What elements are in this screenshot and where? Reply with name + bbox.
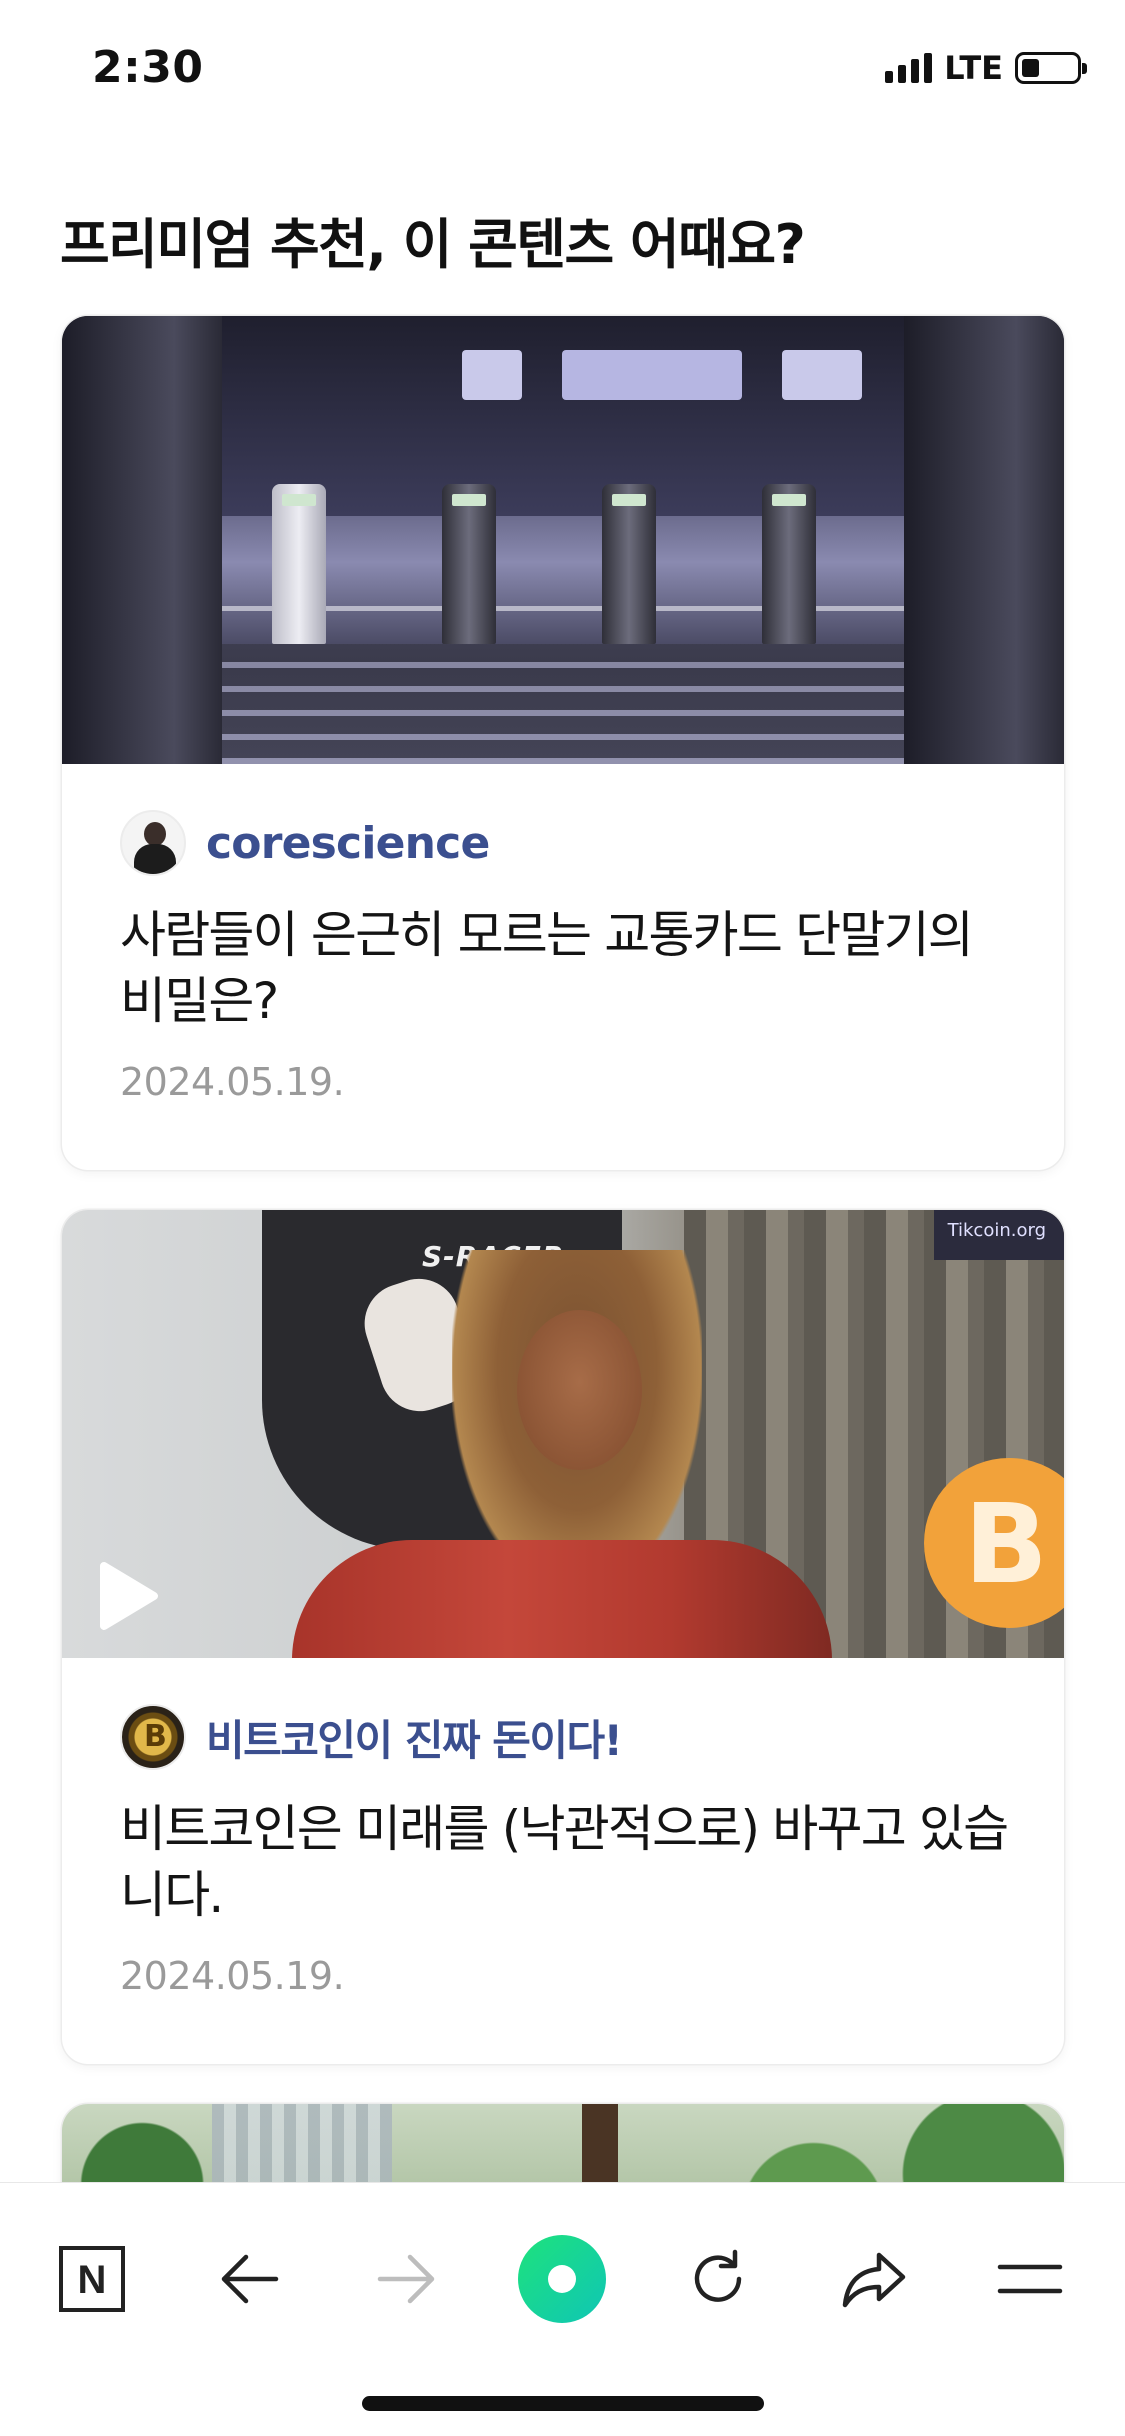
battery-icon	[1015, 52, 1087, 84]
author-row[interactable]: corescience	[120, 808, 1006, 878]
forward-arrow-icon[interactable]	[346, 2219, 466, 2339]
author-name[interactable]: 비트코인이 진짜 돈이다!	[206, 1707, 623, 1768]
video-brand-label: Tikcoin.org	[947, 1220, 1046, 1241]
naver-n-icon[interactable]: N	[32, 2219, 152, 2339]
author-name[interactable]: corescience	[206, 818, 490, 869]
back-arrow-icon[interactable]	[190, 2219, 310, 2339]
card-title[interactable]: 비트코인은 미래를 (낙관적으로) 바꾸고 있습니다.	[120, 1796, 1020, 1928]
signal-strength-icon	[885, 53, 933, 83]
network-type: LTE	[944, 49, 1003, 87]
refresh-icon[interactable]	[658, 2219, 778, 2339]
section-title: 프리미엄 추천, 이 콘텐츠 어때요?	[60, 213, 806, 276]
author-avatar[interactable]: B	[120, 1704, 186, 1770]
green-dot-home-icon[interactable]	[502, 2219, 622, 2339]
home-indicator[interactable]	[362, 2396, 764, 2411]
status-bar: 2:30 LTE	[0, 0, 1125, 140]
content-card[interactable]: S-RACER B Tikcoin.org B 비트코인이 진짜 돈이다! 비트…	[62, 1210, 1064, 2064]
card-title[interactable]: 사람들이 은근히 모르는 교통카드 단말기의 비밀은?	[120, 902, 1020, 1034]
card-thumbnail[interactable]	[62, 316, 1064, 764]
play-icon[interactable]	[78, 1548, 174, 1644]
status-indicators: LTE	[885, 48, 1087, 88]
author-row[interactable]: B 비트코인이 진짜 돈이다!	[120, 1702, 1006, 1772]
card-thumbnail[interactable]: S-RACER B Tikcoin.org	[62, 1210, 1064, 1658]
card-date: 2024.05.19.	[120, 1954, 345, 1998]
status-time: 2:30	[92, 42, 204, 93]
author-avatar[interactable]	[120, 810, 186, 876]
share-icon[interactable]	[814, 2219, 934, 2339]
menu-icon[interactable]	[970, 2219, 1090, 2339]
content-card[interactable]: corescience 사람들이 은근히 모르는 교통카드 단말기의 비밀은? …	[62, 316, 1064, 1170]
card-date: 2024.05.19.	[120, 1060, 345, 1104]
svg-text:N: N	[78, 2258, 107, 2302]
